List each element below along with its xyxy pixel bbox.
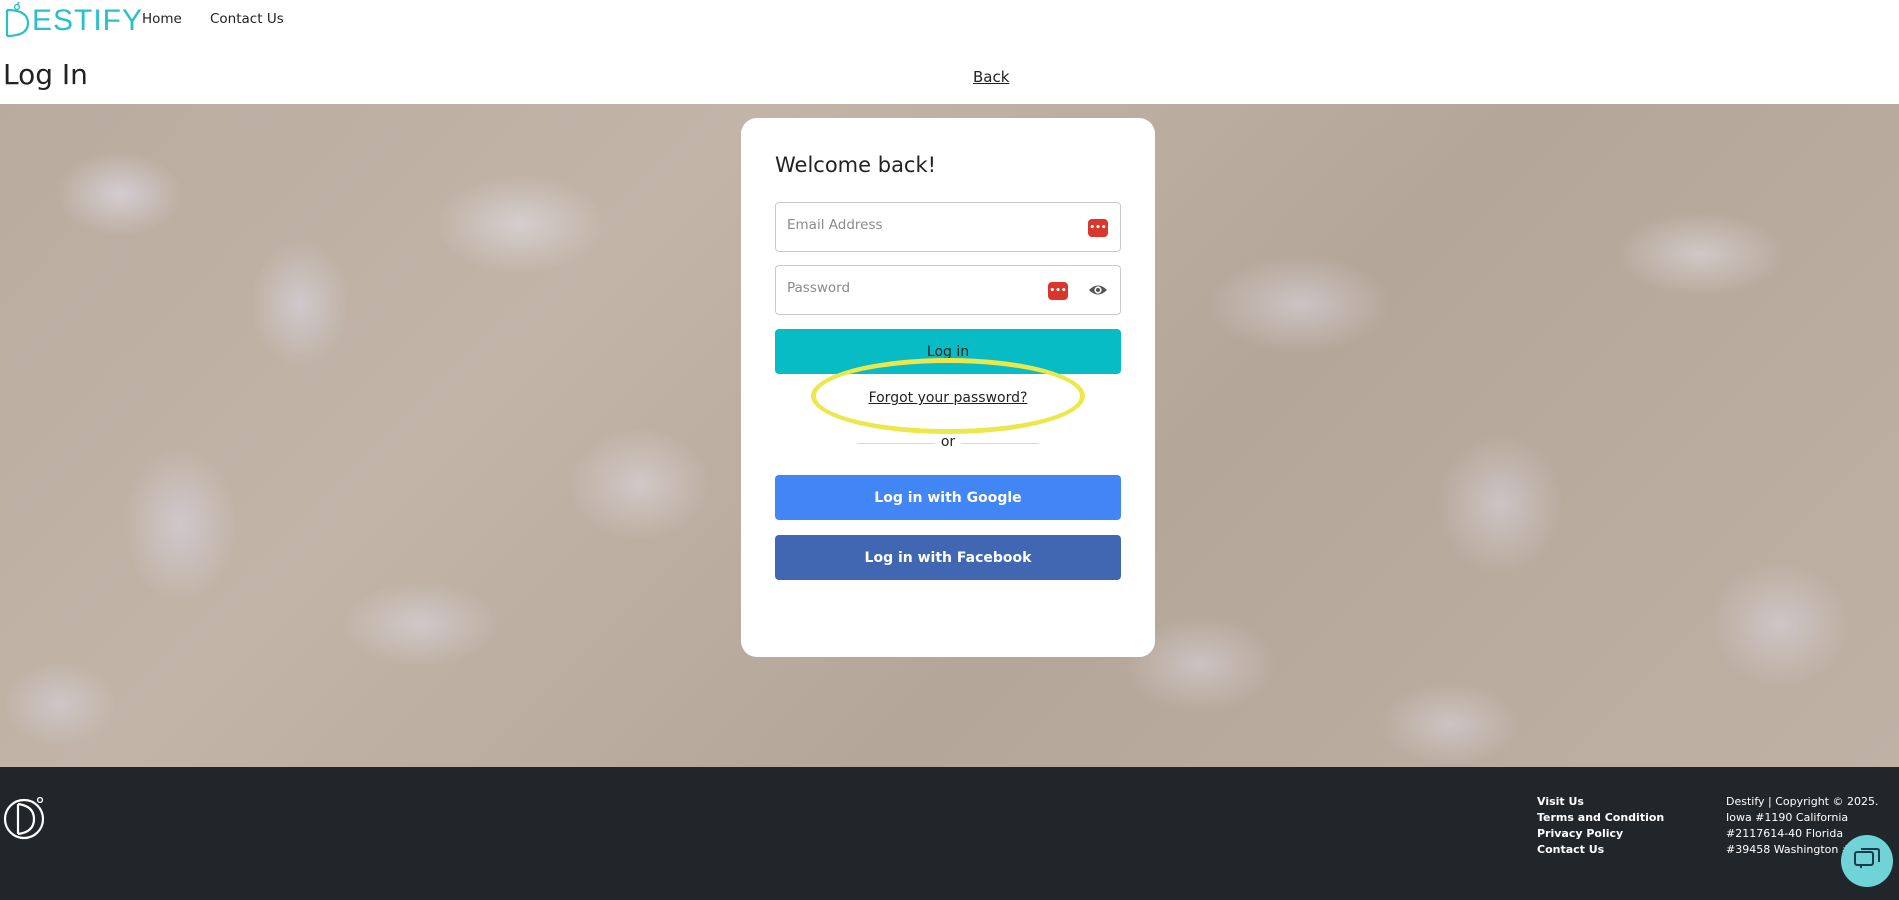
brand-logo[interactable]: ESTIFY [2,2,143,40]
email-field[interactable]: ••• [775,202,1121,252]
welcome-heading: Welcome back! [775,153,937,177]
forgot-password-link[interactable]: Forgot your password? [741,390,1155,406]
top-nav: ESTIFY Home Contact Us [0,0,1899,45]
email-input[interactable] [787,217,1037,233]
or-separator: or [741,434,1155,450]
chat-widget-button[interactable] [1841,835,1893,887]
eye-icon[interactable] [1088,283,1108,297]
footer-link-privacy[interactable]: Privacy Policy [1537,827,1664,840]
nav-link-contact[interactable]: Contact Us [210,11,284,27]
footer-logo-icon[interactable] [2,794,46,840]
logo-text: ESTIFY [32,4,144,37]
footer-link-visit-us[interactable]: Visit Us [1537,795,1664,808]
login-button[interactable]: Log in [775,329,1121,374]
google-login-button[interactable]: Log in with Google [775,475,1121,520]
footer: Visit Us Terms and Condition Privacy Pol… [0,767,1899,900]
password-manager-icon[interactable]: ••• [1088,219,1108,237]
logo-icon [5,2,30,38]
copyright-line: Destify | Copyright © 2025. [1726,795,1879,808]
back-link[interactable]: Back [973,68,1009,86]
facebook-login-button[interactable]: Log in with Facebook [775,535,1121,580]
nav-link-home[interactable]: Home [142,11,182,27]
or-label: or [934,434,962,450]
footer-link-terms[interactable]: Terms and Condition [1537,811,1664,824]
copyright-line: Iowa #1190 California [1726,811,1849,824]
footer-link-contact[interactable]: Contact Us [1537,843,1664,856]
password-field[interactable]: ••• [775,265,1121,315]
password-input[interactable] [787,280,1037,296]
login-card: Welcome back! ••• ••• Log in Forgot your… [741,118,1155,657]
title-bar: Log In Back [0,48,1899,104]
footer-links: Visit Us Terms and Condition Privacy Pol… [1537,795,1664,856]
chat-icon [1854,848,1880,868]
password-manager-icon[interactable]: ••• [1048,282,1068,300]
page-title: Log In [3,58,88,91]
